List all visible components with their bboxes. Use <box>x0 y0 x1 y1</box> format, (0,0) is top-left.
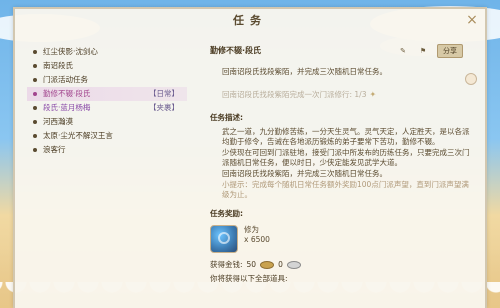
sidebar-item-menpai[interactable]: 门派活动任务 <box>27 73 187 87</box>
bullet-icon <box>33 120 37 124</box>
reward-text: 修为 x 6500 <box>244 225 270 245</box>
sidebar-item-label: 门派活动任务 <box>43 75 88 84</box>
sidebar-item-label: 红尘侠影·沈剑心 <box>43 47 98 56</box>
window-title: 任务 <box>233 14 267 27</box>
sidebar-item-tag: 【日常】 <box>149 89 179 98</box>
bullet-icon <box>33 134 37 138</box>
sidebar-item-langke[interactable]: 浪客行 <box>27 143 187 157</box>
reward-title: 任务奖励: <box>210 209 243 218</box>
reward-item-name: 修为 <box>244 225 259 234</box>
reward-items-line: 你将获得以下全部道具: <box>210 274 288 283</box>
sidebar-item-label: 勤修不辍·段氏 <box>43 89 91 98</box>
game-scene: 任务 × 红尘侠影·沈剑心 南诏段氏 门派活动任务 勤修不辍·段氏 【日常】 段… <box>0 0 500 308</box>
quest-description: 武之一道，九分勤修苦练，一分天生灵气。灵气天定，人定胜天，是以各派均勤于修令，告… <box>222 127 470 179</box>
quest-progress-text: 回南诏段氏找段紫陌完成一次门派修行: 1/3 <box>222 90 367 99</box>
gold-row: 获得金钱: 50 0 <box>210 259 470 270</box>
gold-coin-icon <box>260 260 275 269</box>
quest-sidebar: 红尘侠影·沈剑心 南诏段氏 门派活动任务 勤修不辍·段氏 【日常】 段氏·蓝月杨… <box>27 45 187 157</box>
description-paragraph: 回南诏段氏找段紫陌，并完成三次随机日常任务。 <box>222 169 387 178</box>
sidebar-item-duanshi[interactable]: 段氏·蓝月杨梅 【夹裹】 <box>27 101 187 115</box>
reward-cultivation-icon[interactable] <box>210 225 238 253</box>
close-icon[interactable]: × <box>465 13 479 27</box>
bullet-icon <box>33 92 37 96</box>
map-pin-icon[interactable]: ✦ <box>369 90 376 99</box>
description-title: 任务描述: <box>210 113 243 122</box>
bullet-icon <box>33 64 37 68</box>
quest-progress: 回南诏段氏找段紫陌完成一次门派修行: 1/3 ✦ <box>222 89 470 100</box>
bullet-icon <box>33 106 37 110</box>
sidebar-item-tag: 【夹裹】 <box>149 103 179 112</box>
gold-label: 获得金钱: <box>210 260 243 269</box>
bullet-icon <box>33 50 37 54</box>
sidebar-item-hongchen[interactable]: 红尘侠影·沈剑心 <box>27 45 187 59</box>
description-paragraph: 武之一道，九分勤修苦练，一分天生灵气。灵气天定，人定胜天，是以各派均勤于修令，告… <box>222 127 470 146</box>
quest-note: 小提示：完成每个随机日常任务额外奖励100点门派声望，直到门派声望满级为止。 <box>222 180 469 199</box>
quest-title: 勤修不辍·段氏 <box>210 46 262 55</box>
sidebar-item-nanzhao[interactable]: 南诏段氏 <box>27 59 187 73</box>
description-paragraph: 少侠现在可回到门派驻地，接受门派中所发布的历练任务，只要完成三次门派随机日常任务… <box>222 148 470 167</box>
gold-value: 50 <box>246 260 257 269</box>
sidebar-item-label: 太原·尘光不解汉王言 <box>43 131 113 140</box>
quest-detail: 勤修不辍·段氏 回南诏段氏找段紫陌，并完成三次随机日常任务。 回南诏段氏找段紫陌… <box>210 45 470 284</box>
sidebar-item-label: 浪客行 <box>43 145 66 154</box>
silver-coin-icon <box>286 260 301 269</box>
sidebar-item-hexi[interactable]: 河西瀚漠 <box>27 115 187 129</box>
sidebar-item-label: 南诏段氏 <box>43 61 73 70</box>
sidebar-item-label: 段氏·蓝月杨梅 <box>43 103 91 112</box>
bullet-icon <box>33 148 37 152</box>
reward-box: 修为 x 6500 <box>210 225 470 253</box>
sidebar-item-taiyuan[interactable]: 太原·尘光不解汉王言 <box>27 129 187 143</box>
silver-value: 0 <box>278 260 283 269</box>
bullet-icon <box>33 78 37 82</box>
sidebar-item-qinxiu[interactable]: 勤修不辍·段氏 【日常】 <box>27 87 187 101</box>
quest-objective: 回南诏段氏找段紫陌，并完成三次随机日常任务。 <box>222 67 387 76</box>
reward-item-amount: x 6500 <box>244 235 270 244</box>
sidebar-item-label: 河西瀚漠 <box>43 117 73 126</box>
quest-window: 任务 × 红尘侠影·沈剑心 南诏段氏 门派活动任务 勤修不辍·段氏 【日常】 段… <box>13 7 487 308</box>
